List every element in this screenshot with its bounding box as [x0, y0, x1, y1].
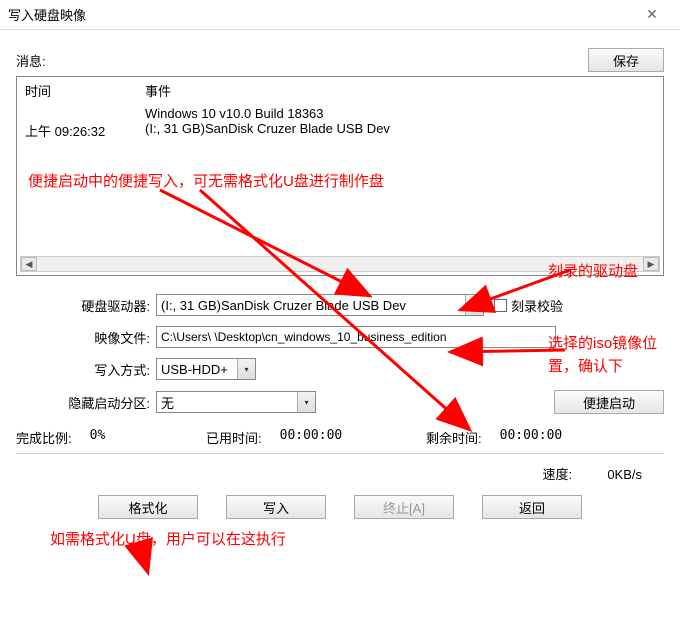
quick-boot-button[interactable]: 便捷启动	[554, 390, 664, 414]
horizontal-scrollbar[interactable]: ◀ ▶	[20, 256, 660, 272]
verify-checkbox[interactable]: 刻录校验	[494, 296, 563, 315]
hidden-boot-label: 隐藏启动分区:	[16, 393, 156, 412]
log-box: 时间 事件 Windows 10 v10.0 Build 18363 上午 09…	[16, 76, 664, 276]
image-path-field[interactable]: C:\Users\ \Desktop\cn_windows_10_busines…	[156, 326, 556, 348]
speed-label: 速度:	[542, 467, 572, 482]
checkbox-icon	[494, 299, 507, 312]
content: 消息: 保存 时间 事件 Windows 10 v10.0 Build 1836…	[0, 30, 680, 529]
format-button[interactable]: 格式化	[98, 495, 198, 519]
message-label: 消息:	[16, 51, 588, 70]
progress-label: 完成比例:	[16, 428, 72, 447]
back-button[interactable]: 返回	[482, 495, 582, 519]
write-button[interactable]: 写入	[226, 495, 326, 519]
drive-label: 硬盘驱动器:	[16, 296, 156, 315]
elapsed-value: 00:00:00	[280, 428, 343, 447]
log-col-time: 时间	[25, 81, 145, 100]
write-method-label: 写入方式:	[16, 360, 156, 379]
log-row: Windows 10 v10.0 Build 18363	[25, 106, 655, 121]
scroll-right-icon[interactable]: ▶	[643, 257, 659, 271]
abort-button[interactable]: 终止[A]	[354, 495, 454, 519]
close-icon[interactable]: ✕	[632, 6, 672, 23]
separator	[16, 453, 664, 454]
remaining-label: 剩余时间:	[426, 428, 482, 447]
annotation-4: 如需格式化U盘，用户可以在这执行	[50, 528, 286, 549]
chevron-down-icon: ▾	[465, 295, 483, 315]
chevron-down-icon: ▾	[237, 359, 255, 379]
chevron-down-icon: ▾	[297, 392, 315, 412]
scroll-left-icon[interactable]: ◀	[21, 257, 37, 271]
image-label: 映像文件:	[16, 328, 156, 347]
save-button[interactable]: 保存	[588, 48, 664, 72]
remaining-value: 00:00:00	[500, 428, 563, 447]
write-method-select[interactable]: USB-HDD+ ▾	[156, 358, 256, 380]
hidden-boot-select[interactable]: 无 ▾	[156, 391, 316, 413]
speed-value: 0KB/s	[607, 467, 642, 482]
window-title: 写入硬盘映像	[8, 5, 632, 24]
progress-value: 0%	[90, 428, 150, 447]
log-col-event: 事件	[145, 81, 171, 100]
titlebar: 写入硬盘映像 ✕	[0, 0, 680, 30]
log-row: 上午 09:26:32 (I:, 31 GB)SanDisk Cruzer Bl…	[25, 121, 655, 140]
drive-select[interactable]: (I:, 31 GB)SanDisk Cruzer Blade USB Dev …	[156, 294, 484, 316]
scroll-track[interactable]	[37, 257, 643, 271]
elapsed-label: 已用时间:	[206, 428, 262, 447]
